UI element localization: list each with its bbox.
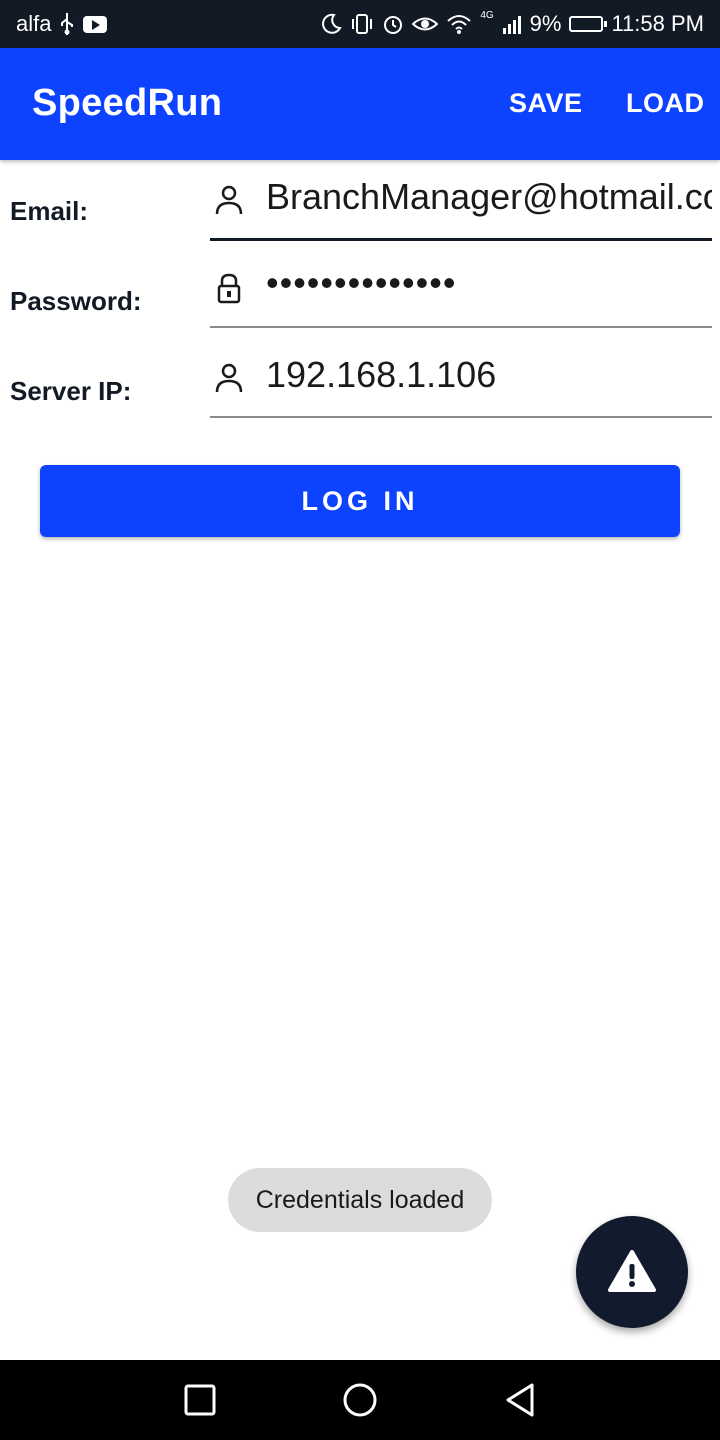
save-button[interactable]: SAVE — [509, 88, 583, 119]
email-value: BranchManager@hotmail.com — [266, 176, 712, 217]
email-field[interactable]: BranchManager@hotmail.com — [210, 158, 712, 241]
moon-icon — [322, 13, 342, 34]
password-value: •••••••••••••• — [266, 262, 457, 303]
signal-icon — [502, 16, 521, 34]
eye-icon — [412, 17, 439, 31]
youtube-icon — [83, 15, 108, 33]
server-ip-label: Server IP: — [10, 376, 132, 406]
wifi-icon — [447, 15, 471, 34]
load-button[interactable]: LOAD — [626, 88, 705, 119]
email-label: Email: — [10, 196, 89, 226]
home-icon[interactable] — [340, 1380, 380, 1420]
password-label: Password: — [10, 286, 142, 316]
carrier-name: alfa — [16, 11, 52, 36]
warning-icon — [608, 1250, 656, 1292]
recent-apps-icon[interactable] — [180, 1380, 220, 1420]
person-icon — [215, 363, 243, 393]
toast-message: Credentials loaded — [228, 1168, 492, 1232]
warning-fab[interactable] — [576, 1216, 688, 1328]
clock: 11:58 PM — [611, 11, 704, 36]
app-title: SpeedRun — [32, 82, 223, 124]
back-icon[interactable] — [500, 1380, 540, 1420]
server-ip-value: 192.168.1.106 — [266, 354, 497, 395]
battery-icon — [569, 16, 608, 32]
navigation-bar — [0, 1360, 720, 1440]
app-bar: SpeedRun SAVE LOAD — [0, 48, 720, 160]
alarm-icon — [384, 16, 403, 34]
server-ip-field[interactable]: 192.168.1.106 — [210, 336, 712, 418]
network-type: 4G — [480, 10, 494, 21]
password-field[interactable]: •••••••••••••• — [210, 246, 712, 328]
vibrate-icon — [352, 14, 373, 34]
battery-percent: 9% — [529, 11, 562, 36]
email-row: Email: BranchManager@hotmail.com — [0, 158, 720, 241]
lock-icon — [217, 273, 241, 304]
status-bar: alfa 4G 9% 11:58 PM — [0, 0, 720, 48]
usb-icon — [61, 13, 74, 35]
server-ip-row: Server IP: 192.168.1.106 — [0, 336, 720, 418]
login-button[interactable]: LOG IN — [40, 465, 680, 537]
person-icon — [215, 185, 243, 215]
password-row: Password: •••••••••••••• — [0, 246, 720, 328]
